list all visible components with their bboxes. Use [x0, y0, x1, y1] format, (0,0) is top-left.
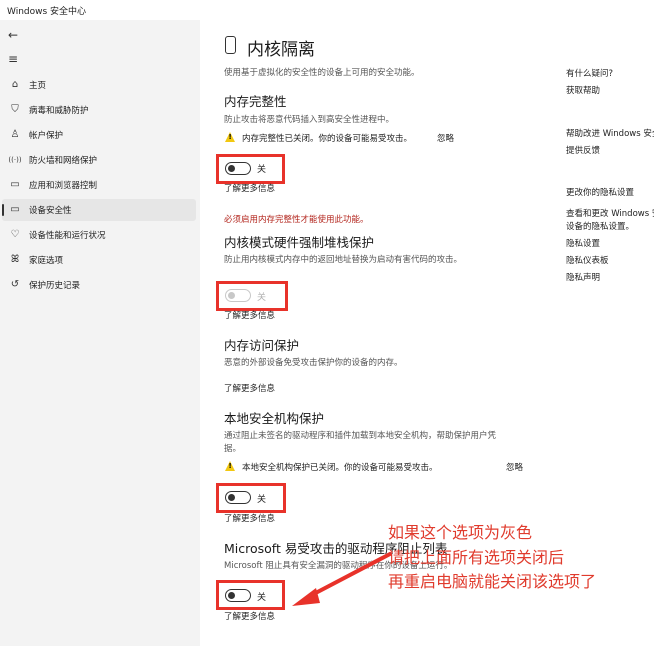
sidebar-item-label: 主页 — [29, 81, 47, 91]
memory-access-title: 内存访问保护 — [224, 338, 300, 353]
lsa-desc-line1: 通过阻止未签名的驱动程序和插件加载到本地安全机构，帮助保护用户凭 — [224, 431, 497, 441]
toggle-knob — [228, 494, 235, 501]
sidebar-item[interactable]: ⛉ 病毒和威胁防护 — [2, 99, 196, 121]
annotation-arrow-icon — [292, 552, 392, 606]
privacy-settings-link[interactable]: 隐私设置 — [566, 237, 600, 249]
sidebar-item[interactable]: ꕤ 家庭选项 — [2, 249, 196, 271]
sidebar-item-label: 应用和浏览器控制 — [29, 181, 98, 191]
lsa-ignore-link[interactable]: 忽略 — [506, 461, 523, 473]
sidebar-item[interactable]: ((·)) 防火墙和网络保护 — [2, 149, 196, 171]
laptop-icon: ▭ — [10, 204, 20, 215]
warning-icon: ! — [225, 461, 235, 471]
sidebar-item[interactable]: ↺ 保护历史记录 — [2, 274, 196, 296]
lsa-desc-line2: 据。 — [224, 444, 242, 454]
memory-integrity-toggle-label: 关 — [257, 165, 267, 175]
memory-integrity-ignore-link[interactable]: 忽略 — [437, 132, 454, 144]
get-help-link[interactable]: 获取帮助 — [566, 84, 600, 96]
annotation-line-2: 请把上面所有选项关闭后 — [388, 548, 565, 567]
help-heading: 有什么疑问? — [566, 69, 614, 79]
stack-protection-desc: 防止用内核模式内存中的返回地址替换为启动有害代码的攻击。 — [224, 255, 463, 265]
privacy-heading: 更改你的隐私设置 — [566, 188, 635, 198]
sidebar-item-label: 设备性能和运行状况 — [29, 231, 106, 241]
driver-blocklist-learn-more[interactable]: 了解更多信息 — [224, 610, 275, 622]
privacy-desc-line2: 设备的隐私设置。 — [566, 222, 635, 232]
memory-access-learn-more[interactable]: 了解更多信息 — [224, 382, 275, 394]
toggle-knob — [228, 592, 235, 599]
stack-protection-toggle-label: 关 — [257, 293, 267, 303]
privacy-desc-line1: 查看和更改 Windows 安全 — [566, 209, 654, 219]
lsa-learn-more[interactable]: 了解更多信息 — [224, 512, 275, 524]
app-browser-icon: ▭ — [10, 179, 20, 190]
improve-heading: 帮助改进 Windows 安全 — [566, 129, 654, 139]
memory-integrity-toggle[interactable] — [225, 162, 251, 175]
sidebar-item[interactable]: ▭ 应用和浏览器控制 — [2, 174, 196, 196]
sidebar-item-label: 保护历史记录 — [29, 281, 81, 291]
feedback-link[interactable]: 提供反馈 — [566, 144, 600, 156]
privacy-statement-link[interactable]: 隐私声明 — [566, 271, 600, 283]
history-icon: ↺ — [10, 279, 20, 290]
sidebar-item-label: 防火墙和网络保护 — [29, 156, 98, 166]
sidebar-item-label: 帐户保护 — [29, 131, 64, 141]
sidebar-item-label: 家庭选项 — [29, 256, 64, 266]
sidebar-item[interactable]: ▭ 设备安全性 — [2, 199, 196, 221]
sidebar-item[interactable]: ♙ 帐户保护 — [2, 124, 196, 146]
stack-protection-requirement-note: 必须启用内存完整性才能使用此功能。 — [224, 215, 369, 225]
stack-protection-toggle[interactable] — [225, 289, 251, 302]
wifi-icon: ((·)) — [8, 156, 22, 164]
toggle-knob — [228, 292, 235, 299]
annotation-line-3: 再重启电脑就能关闭该选项了 — [388, 572, 597, 591]
sidebar-item-label: 病毒和威胁防护 — [29, 106, 89, 116]
memory-integrity-desc: 防止攻击将恶意代码插入到高安全性进程中。 — [224, 115, 395, 125]
warning-icon: ! — [225, 132, 235, 142]
driver-blocklist-toggle[interactable] — [225, 589, 251, 602]
account-icon: ♙ — [10, 129, 20, 140]
active-indicator — [2, 204, 4, 216]
heart-icon: ♡ — [10, 229, 20, 240]
lsa-toggle-label: 关 — [257, 495, 267, 505]
chip-icon — [225, 36, 236, 54]
annotation-line-1: 如果这个选项为灰色 — [388, 523, 533, 542]
lsa-toggle[interactable] — [225, 491, 251, 504]
sidebar-item[interactable]: ♡ 设备性能和运行状况 — [2, 224, 196, 246]
stack-protection-learn-more[interactable]: 了解更多信息 — [224, 309, 275, 321]
home-icon: ⌂ — [11, 79, 19, 90]
memory-access-desc: 恶意的外部设备免受攻击保护你的设备的内存。 — [224, 358, 403, 368]
driver-blocklist-toggle-label: 关 — [257, 593, 267, 603]
privacy-dashboard-link[interactable]: 隐私仪表板 — [566, 254, 609, 266]
page-title: 内核隔离 — [247, 40, 315, 60]
sidebar-item[interactable]: ⌂ 主页 — [2, 74, 196, 96]
memory-integrity-learn-more[interactable]: 了解更多信息 — [224, 182, 275, 194]
toggle-knob — [228, 165, 235, 172]
lsa-title: 本地安全机构保护 — [224, 411, 325, 426]
stack-protection-title: 内核模式硬件强制堆栈保护 — [224, 235, 375, 250]
shield-icon: ⛉ — [11, 104, 19, 115]
family-icon: ꕤ — [10, 254, 20, 265]
sidebar-item-label: 设备安全性 — [29, 206, 72, 216]
memory-integrity-warning: 内存完整性已关闭。你的设备可能易受攻击。 — [242, 134, 413, 144]
page-description: 使用基于虚拟化的安全性的设备上可用的安全功能。 — [224, 68, 420, 78]
lsa-warning: 本地安全机构保护已关闭。你的设备可能易受攻击。 — [242, 463, 438, 473]
memory-integrity-title: 内存完整性 — [224, 94, 287, 109]
sidebar-nav: ⌂ 主页 ⛉ 病毒和威胁防护 ♙ 帐户保护 ((·)) 防火墙和网络保护 ▭ 应用和浏览器控制 ▭ 设… — [0, 0, 200, 646]
